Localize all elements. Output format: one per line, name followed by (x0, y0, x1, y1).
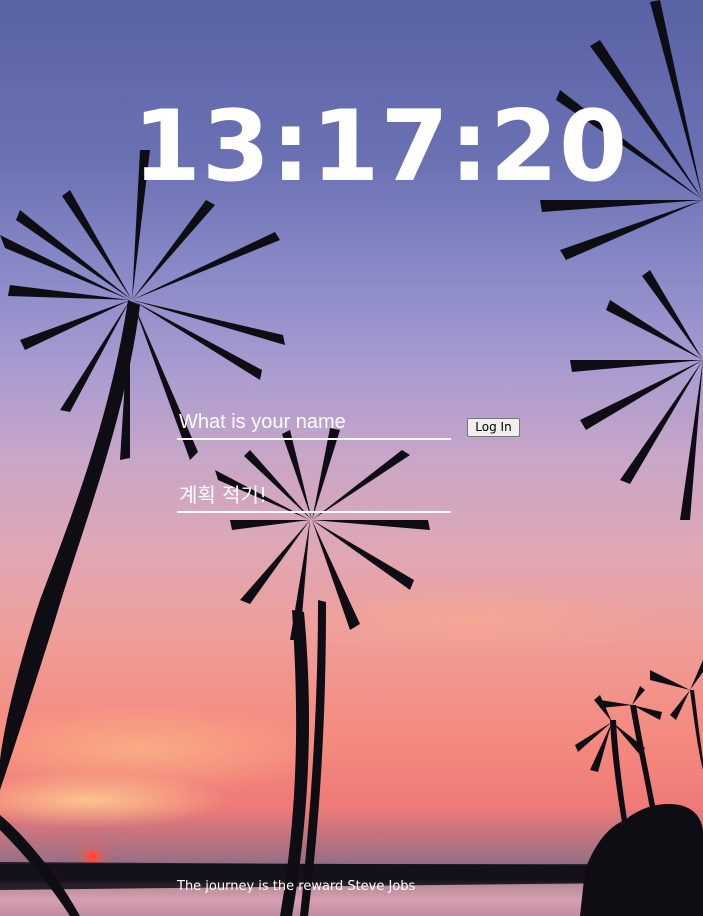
quote-text: The journey is the reward (177, 879, 344, 894)
login-form: Log In (177, 406, 537, 446)
quote: The journey is the reward Steve Jobs (177, 879, 419, 894)
clock: 13:17:20 (132, 90, 629, 204)
name-input[interactable] (177, 406, 451, 440)
login-button[interactable]: Log In (467, 418, 520, 437)
todo-input[interactable] (177, 478, 451, 513)
quote-author: Steve Jobs (347, 879, 416, 894)
todo-form (177, 478, 451, 514)
